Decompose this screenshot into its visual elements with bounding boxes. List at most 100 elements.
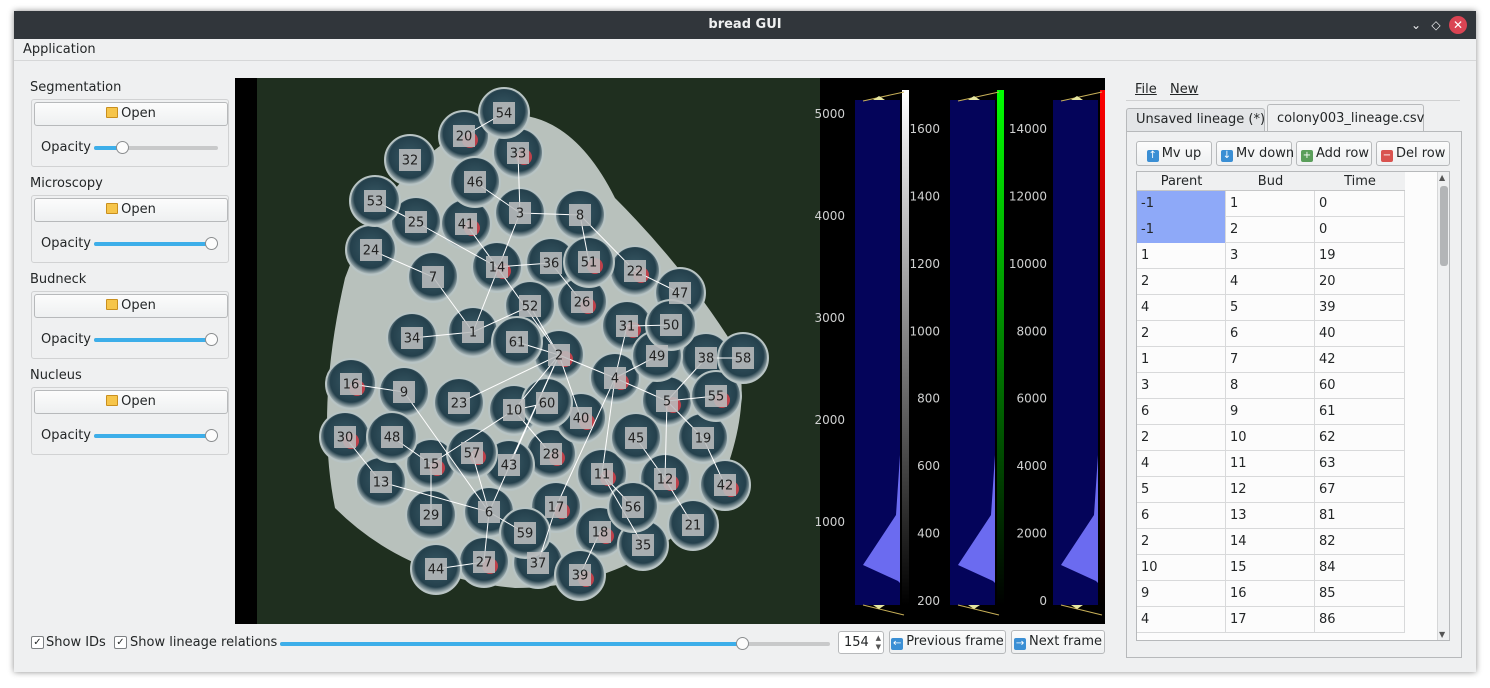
- table-cell-bud[interactable]: 13: [1226, 503, 1315, 529]
- table-row[interactable]: 2 6 40: [1137, 321, 1405, 347]
- table-row[interactable]: 3 8 60: [1137, 373, 1405, 399]
- scrollbar-handle[interactable]: [1440, 186, 1448, 266]
- table-cell-time[interactable]: 39: [1315, 295, 1405, 321]
- column-header-parent[interactable]: Parent: [1137, 174, 1226, 189]
- microscopy-opacity-slider[interactable]: [94, 237, 218, 250]
- table-cell-parent[interactable]: 4: [1137, 451, 1226, 477]
- table-row[interactable]: 5 12 67: [1137, 477, 1405, 503]
- table-cell-time[interactable]: 61: [1315, 399, 1405, 425]
- table-cell-parent[interactable]: -1: [1137, 191, 1226, 217]
- table-cell-bud[interactable]: 2: [1226, 217, 1315, 243]
- table-row[interactable]: 1 3 19: [1137, 243, 1405, 269]
- table-cell-parent[interactable]: 9: [1137, 581, 1226, 607]
- table-cell-time[interactable]: 82: [1315, 529, 1405, 555]
- table-cell-parent[interactable]: 1: [1137, 243, 1226, 269]
- nucleus-open-button[interactable]: Open: [34, 390, 228, 414]
- budneck-opacity-slider[interactable]: [94, 333, 218, 346]
- menu-file[interactable]: File: [1135, 82, 1157, 97]
- table-cell-bud[interactable]: 10: [1226, 425, 1315, 451]
- table-cell-parent[interactable]: 2: [1137, 269, 1226, 295]
- table-cell-bud[interactable]: 11: [1226, 451, 1315, 477]
- table-row[interactable]: -1 1 0: [1137, 191, 1405, 217]
- table-cell-parent[interactable]: 2: [1137, 425, 1226, 451]
- table-cell-bud[interactable]: 17: [1226, 607, 1315, 633]
- show-lineage-checkbox[interactable]: ✓: [114, 636, 127, 649]
- tab-colony003-lineage[interactable]: colony003_lineage.csv: [1267, 104, 1424, 132]
- table-cell-parent[interactable]: 2: [1137, 529, 1226, 555]
- viewer-canvas[interactable]: 542032 3346533 825 412414 36 5122747265234 1 31…: [235, 78, 1105, 624]
- microscopy-open-button[interactable]: Open: [34, 198, 228, 222]
- slider-handle[interactable]: [205, 333, 218, 346]
- segmentation-opacity-slider[interactable]: [94, 141, 218, 154]
- table-row[interactable]: 2 4 20: [1137, 269, 1405, 295]
- table-cell-parent[interactable]: 1: [1137, 347, 1226, 373]
- slider-handle[interactable]: [205, 237, 218, 250]
- table-cell-time[interactable]: 81: [1315, 503, 1405, 529]
- table-cell-bud[interactable]: 15: [1226, 555, 1315, 581]
- maximize-icon[interactable]: ◇: [1427, 16, 1445, 34]
- show-ids-checkbox[interactable]: ✓: [31, 636, 44, 649]
- table-cell-time[interactable]: 67: [1315, 477, 1405, 503]
- table-cell-bud[interactable]: 8: [1226, 373, 1315, 399]
- table-cell-parent[interactable]: 6: [1137, 399, 1226, 425]
- table-row[interactable]: 6 9 61: [1137, 399, 1405, 425]
- previous-frame-button[interactable]: ← Previous frame: [889, 630, 1006, 654]
- table-cell-time[interactable]: 42: [1315, 347, 1405, 373]
- table-row[interactable]: 2 14 82: [1137, 529, 1405, 555]
- move-down-button[interactable]: ↓ Mv down: [1216, 141, 1294, 166]
- table-cell-bud[interactable]: 5: [1226, 295, 1315, 321]
- minimize-icon[interactable]: ⌄: [1407, 16, 1425, 34]
- menu-application[interactable]: Application: [23, 42, 96, 57]
- next-frame-button[interactable]: → Next frame: [1011, 630, 1105, 654]
- table-cell-time[interactable]: 85: [1315, 581, 1405, 607]
- table-row[interactable]: -1 2 0: [1137, 217, 1405, 243]
- budneck-open-button[interactable]: Open: [34, 294, 228, 318]
- table-row[interactable]: 4 5 39: [1137, 295, 1405, 321]
- table-cell-time[interactable]: 84: [1315, 555, 1405, 581]
- table-cell-bud[interactable]: 14: [1226, 529, 1315, 555]
- table-cell-parent[interactable]: 4: [1137, 295, 1226, 321]
- table-cell-bud[interactable]: 7: [1226, 347, 1315, 373]
- table-cell-bud[interactable]: 4: [1226, 269, 1315, 295]
- table-cell-parent[interactable]: 10: [1137, 555, 1226, 581]
- slider-handle[interactable]: [205, 429, 218, 442]
- table-row[interactable]: 6 13 81: [1137, 503, 1405, 529]
- table-cell-time[interactable]: 63: [1315, 451, 1405, 477]
- table-cell-parent[interactable]: 4: [1137, 607, 1226, 633]
- slider-handle[interactable]: [116, 141, 129, 154]
- table-cell-time[interactable]: 0: [1315, 217, 1405, 243]
- column-header-time[interactable]: Time: [1315, 174, 1405, 189]
- delete-row-button[interactable]: − Del row: [1376, 141, 1450, 166]
- menu-new[interactable]: New: [1170, 82, 1198, 97]
- table-row[interactable]: 1 7 42: [1137, 347, 1405, 373]
- table-cell-bud[interactable]: 12: [1226, 477, 1315, 503]
- scroll-down-icon[interactable]: ▼: [1439, 630, 1445, 639]
- table-cell-time[interactable]: 40: [1315, 321, 1405, 347]
- table-row[interactable]: 2 10 62: [1137, 425, 1405, 451]
- frame-spinbox[interactable]: 154 ▲ ▼: [838, 631, 884, 654]
- table-cell-time[interactable]: 20: [1315, 269, 1405, 295]
- scroll-up-icon[interactable]: ▲: [1439, 173, 1445, 182]
- color-scale-bar[interactable]: [997, 90, 1004, 605]
- table-row[interactable]: 4 11 63: [1137, 451, 1405, 477]
- slider-handle[interactable]: [736, 637, 749, 650]
- table-cell-parent[interactable]: 3: [1137, 373, 1226, 399]
- table-cell-parent[interactable]: 2: [1137, 321, 1226, 347]
- image-viewer[interactable]: 54 20 32 33 46 53 3 8 25 41 24 14 36 51 22 7 47 26 52 34 1 31…: [235, 78, 1105, 624]
- frame-slider[interactable]: [280, 637, 830, 650]
- table-cell-parent[interactable]: 6: [1137, 503, 1226, 529]
- color-scale-bar[interactable]: [1100, 90, 1105, 605]
- tab-unsaved-lineage[interactable]: Unsaved lineage (*): [1126, 108, 1265, 132]
- close-icon[interactable]: ✕: [1449, 16, 1467, 34]
- table-cell-time[interactable]: 19: [1315, 243, 1405, 269]
- table-cell-time[interactable]: 0: [1315, 191, 1405, 217]
- add-row-button[interactable]: + Add row: [1296, 141, 1372, 166]
- table-row[interactable]: 9 16 85: [1137, 581, 1405, 607]
- table-cell-bud[interactable]: 6: [1226, 321, 1315, 347]
- table-scrollbar[interactable]: ▲ ▼: [1437, 172, 1449, 640]
- nucleus-opacity-slider[interactable]: [94, 429, 218, 442]
- move-up-button[interactable]: ↑ Mv up: [1136, 141, 1212, 166]
- segmentation-open-button[interactable]: Open: [34, 102, 228, 126]
- spin-arrows-icon[interactable]: ▲ ▼: [876, 634, 881, 652]
- table-cell-time[interactable]: 62: [1315, 425, 1405, 451]
